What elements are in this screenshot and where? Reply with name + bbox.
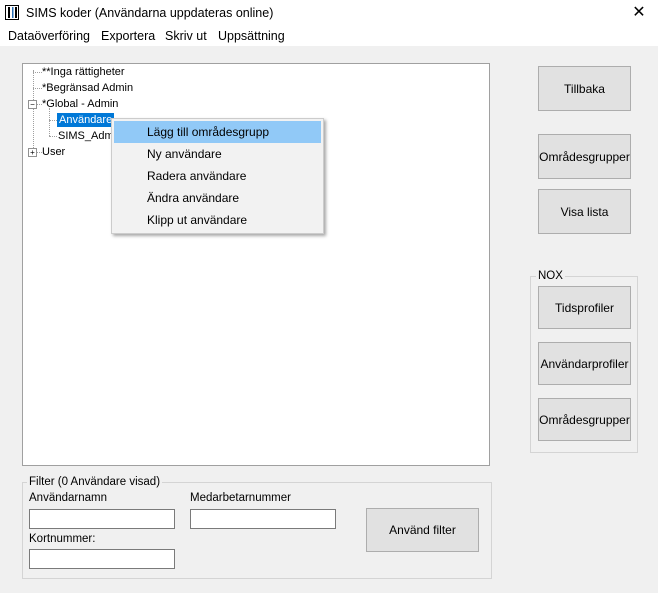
tree-node-user[interactable]: User bbox=[42, 145, 65, 159]
employee-number-label: Medarbetarnummer bbox=[190, 492, 291, 504]
ctx-new-user[interactable]: Ny användare bbox=[114, 143, 321, 165]
tree-line bbox=[49, 136, 57, 137]
tree-line bbox=[49, 108, 50, 136]
tree-node-begransad-admin[interactable]: *Begränsad Admin bbox=[42, 81, 133, 95]
collapse-icon[interactable]: − bbox=[28, 100, 37, 109]
tree-line bbox=[33, 70, 34, 154]
menu-skriv-ut[interactable]: Skriv ut bbox=[165, 29, 207, 43]
filter-group-label: Filter (0 Användare visad) bbox=[27, 476, 163, 489]
username-input[interactable] bbox=[29, 509, 175, 529]
app-icon bbox=[5, 5, 19, 20]
tree-node-anvandare[interactable]: Användare bbox=[57, 113, 115, 127]
ctx-edit-user[interactable]: Ändra användare bbox=[114, 187, 321, 209]
nox-group-label: NOX bbox=[536, 270, 565, 283]
ctx-cut-user[interactable]: Klipp ut användare bbox=[114, 209, 321, 231]
ctx-delete-user[interactable]: Radera användare bbox=[114, 165, 321, 187]
show-list-button[interactable]: Visa lista bbox=[538, 189, 631, 234]
context-menu: Lägg till områdesgrupp Ny användare Rade… bbox=[111, 118, 324, 234]
employee-number-input[interactable] bbox=[190, 509, 336, 529]
expand-icon[interactable]: + bbox=[28, 148, 37, 157]
menu-uppsattning[interactable]: Uppsättning bbox=[218, 29, 285, 43]
menu-exportera[interactable]: Exportera bbox=[101, 29, 155, 43]
area-groups-button[interactable]: Områdesgrupper bbox=[538, 134, 631, 179]
menu-dataoverforing[interactable]: Dataöverföring bbox=[8, 29, 90, 43]
tree-line bbox=[33, 72, 42, 73]
time-profiles-button[interactable]: Tidsprofiler bbox=[538, 286, 631, 329]
back-button[interactable]: Tillbaka bbox=[538, 66, 631, 111]
close-icon[interactable]: ✕ bbox=[630, 4, 648, 22]
tree-node-global-admin[interactable]: *Global - Admin bbox=[42, 97, 118, 111]
user-profiles-button[interactable]: Användarprofiler bbox=[538, 342, 631, 385]
nox-area-groups-button[interactable]: Områdesgrupper bbox=[538, 398, 631, 441]
window-title: SIMS koder (Användarna uppdateras online… bbox=[26, 6, 274, 20]
ctx-add-area-group[interactable]: Lägg till områdesgrupp bbox=[114, 121, 321, 143]
username-label: Användarnamn bbox=[29, 492, 107, 504]
tree-node-inga-rattigheter[interactable]: **Inga rättigheter bbox=[42, 65, 125, 79]
tree-line bbox=[33, 88, 42, 89]
apply-filter-button[interactable]: Använd filter bbox=[366, 508, 479, 552]
card-number-label: Kortnummer: bbox=[29, 533, 96, 545]
card-number-input[interactable] bbox=[29, 549, 175, 569]
tree-line bbox=[49, 120, 57, 121]
menu-bar: Dataöverföring Exportera Skriv ut Uppsät… bbox=[0, 26, 658, 46]
